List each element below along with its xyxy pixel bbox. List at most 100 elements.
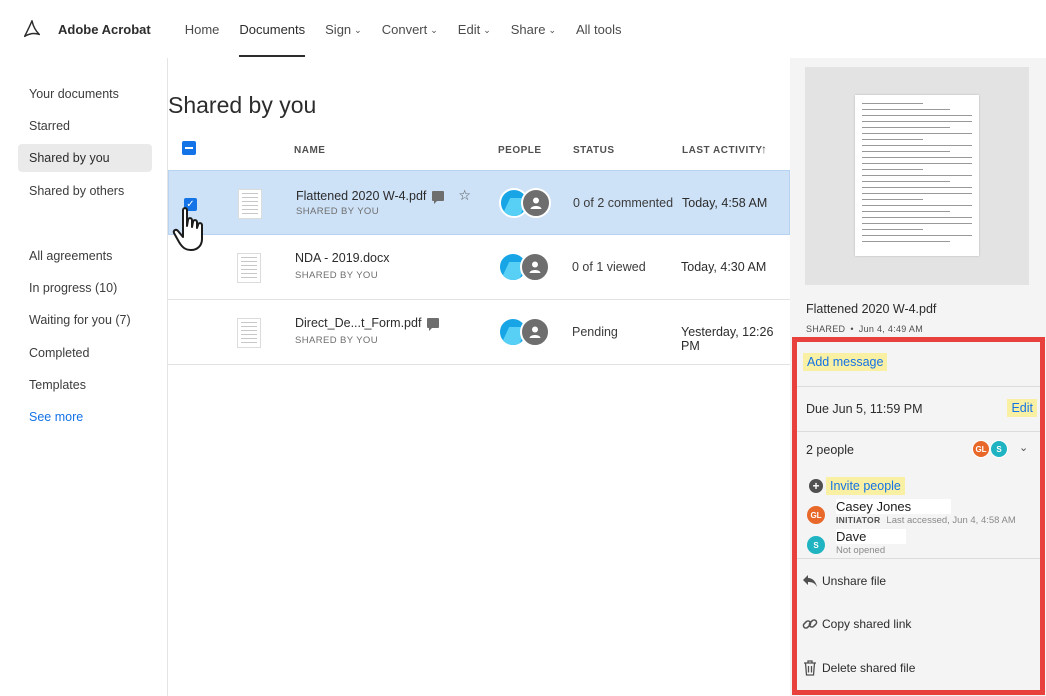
- main-content: Shared by you NAME PEOPLE STATUS LAST AC…: [168, 58, 790, 696]
- nav-label: All tools: [576, 21, 622, 37]
- sidebar-item-all-agreements[interactable]: All agreements: [18, 242, 152, 270]
- file-name-text: NDA - 2019.docx: [295, 251, 390, 265]
- nav-edit[interactable]: Edit ⌄: [448, 0, 501, 58]
- nav-home[interactable]: Home: [175, 0, 230, 58]
- table-header: NAME PEOPLE STATUS LAST ACTIVITY ↑: [168, 136, 790, 166]
- last-activity-text: Yesterday, 12:26 PM: [681, 325, 774, 353]
- last-activity-text: Today, 4:30 AM: [681, 260, 767, 274]
- comment-icon: [427, 318, 440, 331]
- nav-share[interactable]: Share ⌄: [501, 0, 566, 58]
- file-name[interactable]: Direct_De...t_Form.pdf: [295, 316, 440, 331]
- star-icon[interactable]: ☆: [458, 187, 471, 204]
- sidebar-item-starred[interactable]: Starred: [18, 112, 152, 140]
- document-table: ✓ Flattened 2020 W-4.pdf ☆ SHARED BY YOU…: [168, 170, 790, 365]
- page-title: Shared by you: [168, 92, 317, 118]
- file-subtitle: SHARED BY YOU: [295, 335, 378, 346]
- user-icon: [520, 252, 550, 282]
- nav-label: Share: [510, 21, 546, 37]
- add-message-link[interactable]: Add message: [803, 353, 888, 371]
- document-page-thumbnail: [855, 95, 979, 256]
- top-nav: Adobe Acrobat Home Documents Sign ⌄ Conve…: [0, 0, 790, 58]
- table-row[interactable]: ✓ Flattened 2020 W-4.pdf ☆ SHARED BY YOU…: [168, 170, 790, 235]
- sidebar-item-shared-by-you[interactable]: Shared by you: [18, 144, 152, 172]
- role-badge: INITIATOR: [836, 515, 881, 525]
- person-name: Casey Jones: [836, 499, 952, 514]
- person-name: Dave: [836, 529, 907, 544]
- table-row[interactable]: NDA - 2019.docx SHARED BY YOU 0 of 1 vie…: [168, 235, 790, 300]
- panel-file-name: Flattened 2020 W-4.pdf: [806, 302, 937, 316]
- file-subtitle: SHARED BY YOU: [295, 270, 378, 281]
- sidebar-item-shared-by-others[interactable]: Shared by others: [18, 177, 152, 205]
- app-window: Adobe Acrobat Home Documents Sign ⌄ Conve…: [0, 0, 1046, 696]
- nav-label: Convert: [381, 21, 428, 37]
- sort-ascending-icon[interactable]: ↑: [761, 142, 768, 156]
- delete-shared-file-button[interactable]: Delete shared file: [797, 653, 1040, 683]
- add-message-section: Add message: [797, 349, 1040, 387]
- file-name-text: Direct_De...t_Form.pdf: [295, 316, 422, 330]
- avatar: S: [807, 536, 825, 554]
- avatar: GL: [807, 506, 825, 524]
- nav-label: Documents: [239, 21, 306, 37]
- link-icon: [801, 615, 819, 633]
- person-dave: S Dave Not opened: [807, 529, 1037, 559]
- sidebar-item-in-progress[interactable]: In progress (10): [18, 274, 152, 302]
- sidebar-item-waiting-for-you[interactable]: Waiting for you (7): [18, 306, 152, 334]
- avatar: GL: [972, 440, 990, 458]
- nav-convert[interactable]: Convert ⌄: [372, 0, 448, 58]
- nav-label: Home: [184, 21, 220, 37]
- nav-all-tools[interactable]: All tools: [566, 0, 632, 58]
- column-header-status[interactable]: STATUS: [573, 145, 615, 156]
- people-avatars: [498, 317, 554, 347]
- delete-shared-file-label: Delete shared file: [822, 661, 916, 675]
- last-activity-text: Today, 4:58 AM: [682, 196, 768, 210]
- brand[interactable]: Adobe Acrobat: [20, 17, 151, 41]
- file-thumbnail: [237, 253, 261, 283]
- shared-date: Jun 4, 4:49 AM: [858, 324, 924, 334]
- chevron-down-icon: ⌄: [430, 24, 438, 35]
- select-all-checkbox[interactable]: [182, 141, 196, 155]
- chevron-down-icon[interactable]: ⌄: [1019, 441, 1028, 454]
- chevron-down-icon: ⌄: [548, 24, 556, 35]
- status-text: 0 of 2 commented: [573, 196, 674, 210]
- people-avatars: [499, 188, 555, 218]
- invite-people-label: Invite people: [826, 477, 905, 495]
- edit-due-date-link[interactable]: Edit: [1007, 399, 1037, 417]
- person-last-accessed: Last accessed, Jun 4, 4:58 AM: [886, 515, 1016, 526]
- nav-documents[interactable]: Documents: [229, 0, 315, 58]
- due-date-section: Due Jun 5, 11:59 PM Edit: [797, 388, 1040, 432]
- people-avatars: [498, 252, 554, 282]
- app-name: Adobe Acrobat: [58, 21, 151, 37]
- column-header-name[interactable]: NAME: [294, 145, 325, 156]
- unshare-file-label: Unshare file: [822, 574, 887, 588]
- copy-shared-link-label: Copy shared link: [822, 617, 912, 631]
- undo-arrow-icon: [801, 572, 819, 590]
- due-date-text: Due Jun 5, 11:59 PM: [806, 402, 923, 416]
- nav-sign[interactable]: Sign ⌄: [315, 0, 372, 58]
- sidebar-item-templates[interactable]: Templates: [18, 371, 152, 399]
- people-count: 2 people: [806, 443, 854, 457]
- invite-people-button[interactable]: + Invite people: [809, 477, 905, 495]
- column-header-people: PEOPLE: [498, 145, 542, 156]
- sidebar-see-more-link[interactable]: See more: [18, 403, 152, 431]
- sidebar-item-completed[interactable]: Completed: [18, 339, 152, 367]
- sidebar: Your documents Starred Shared by you Sha…: [0, 58, 168, 696]
- shared-label: SHARED: [806, 324, 846, 334]
- unshare-file-button[interactable]: Unshare file: [797, 566, 1040, 596]
- table-row[interactable]: Direct_De...t_Form.pdf SHARED BY YOU Pen…: [168, 300, 790, 365]
- person-status: INITIATOR Last accessed, Jun 4, 4:58 AM: [836, 515, 1016, 526]
- sidebar-item-your-documents[interactable]: Your documents: [18, 80, 152, 108]
- document-preview[interactable]: [805, 67, 1029, 285]
- nav-menu: Home Documents Sign ⌄ Convert ⌄ Edit ⌄ Shar…: [175, 0, 632, 58]
- file-subtitle: SHARED BY YOU: [296, 206, 379, 217]
- acrobat-logo-icon: [20, 17, 44, 41]
- copy-shared-link-button[interactable]: Copy shared link: [797, 609, 1040, 639]
- file-thumbnail: [238, 189, 262, 219]
- file-name[interactable]: NDA - 2019.docx: [295, 251, 390, 265]
- user-icon: [520, 317, 550, 347]
- people-section: 2 people GL S ⌄ + Invite people GL Casey…: [797, 433, 1040, 559]
- file-name[interactable]: Flattened 2020 W-4.pdf ☆: [296, 187, 471, 204]
- chevron-down-icon: ⌄: [483, 24, 491, 35]
- column-header-last-activity[interactable]: LAST ACTIVITY: [682, 145, 763, 156]
- status-text: Pending: [572, 325, 618, 339]
- file-name-text: Flattened 2020 W-4.pdf: [296, 188, 427, 203]
